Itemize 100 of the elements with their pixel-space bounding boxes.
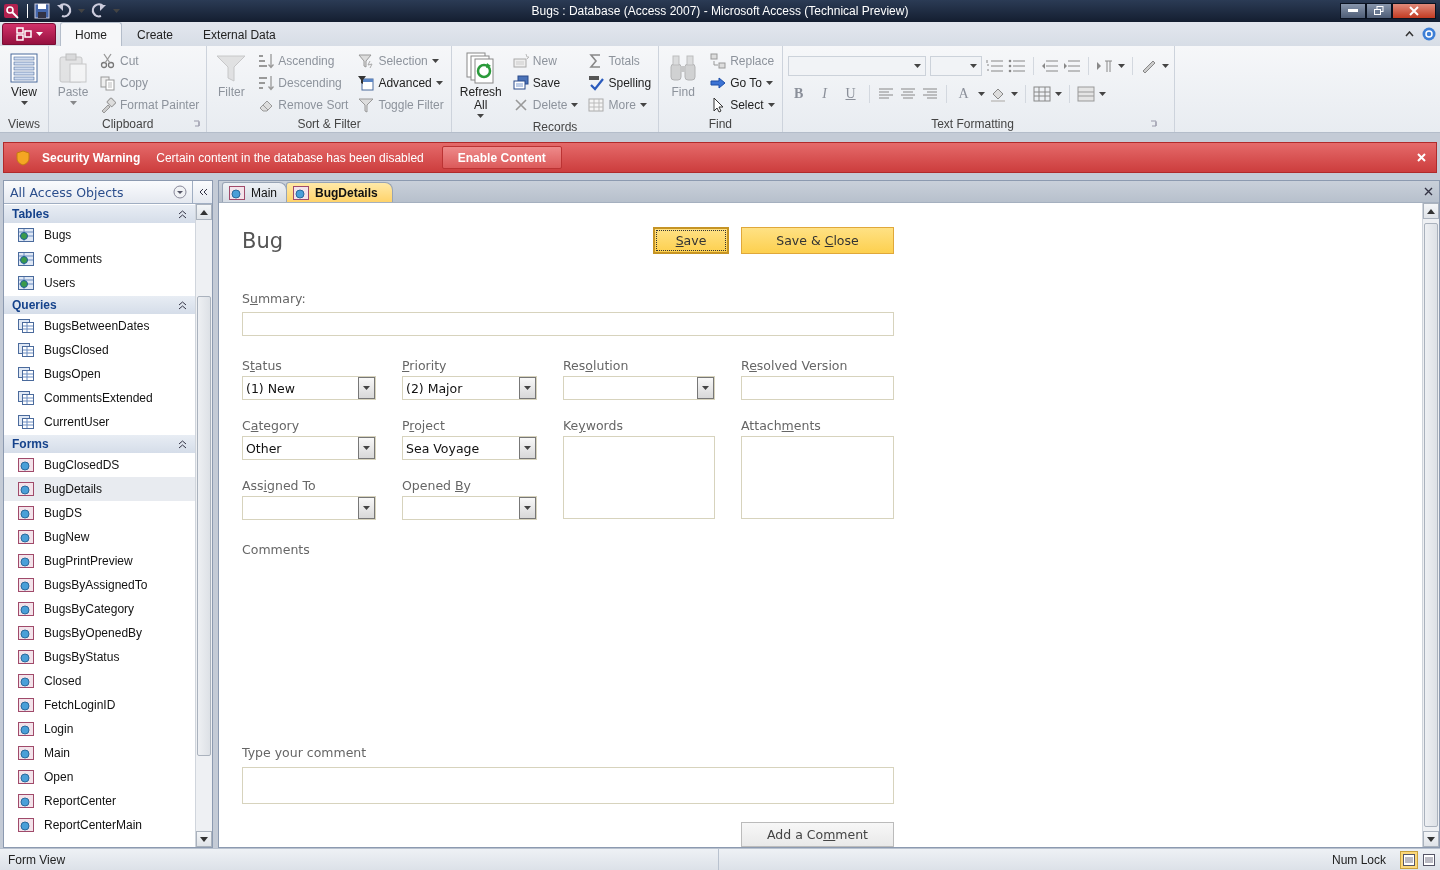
text-field[interactable]	[242, 312, 894, 337]
navigation-item[interactable]: BugsByCategory	[4, 597, 195, 622]
shield-icon	[16, 149, 30, 166]
navigation-item[interactable]: BugsByStatus	[4, 645, 195, 670]
dropdown-field[interactable]	[242, 496, 376, 521]
dropdown-arrow-icon	[969, 64, 977, 69]
navigation-item[interactable]: BugsOpen	[4, 362, 195, 387]
dropdown-field[interactable]	[563, 376, 715, 401]
navigation-item[interactable]: ReportCenterMain	[4, 813, 195, 838]
gridlines-icon[interactable]	[1032, 86, 1051, 103]
navigation-group-header[interactable]: Queries	[4, 296, 195, 315]
navigation-item[interactable]: FetchLoginID	[4, 693, 195, 718]
navigation-group-header[interactable]: Tables	[4, 205, 195, 224]
save-record-icon	[512, 75, 529, 92]
navigation-item[interactable]: BugDetails	[4, 477, 195, 502]
new-record-icon	[512, 53, 529, 70]
scissors-icon	[100, 53, 116, 70]
navigation-item[interactable]: ReportCenter	[4, 789, 195, 814]
close-icon[interactable]	[1424, 187, 1433, 197]
clipboard-icon	[57, 52, 89, 85]
action-button[interactable]: Save	[653, 227, 729, 255]
field-label: Type your comment	[242, 745, 368, 762]
ribbon-button[interactable]: Save	[510, 72, 581, 95]
restore-button[interactable]	[1366, 2, 1392, 19]
ribbon-tab[interactable]: External Data	[188, 22, 291, 47]
navigation-item[interactable]: Comments	[4, 247, 195, 272]
double-chevron-up-icon	[178, 439, 187, 449]
minimize-button[interactable]	[1340, 2, 1366, 19]
ribbon-button[interactable]: Select	[708, 94, 777, 117]
navigation-item[interactable]: BugDS	[4, 501, 195, 526]
decrease-indent-icon[interactable]	[1040, 58, 1059, 75]
help-icon[interactable]	[1422, 27, 1436, 41]
form-icon	[18, 578, 34, 593]
dropdown-circle-icon[interactable]	[173, 185, 187, 200]
undo-icon[interactable]	[56, 2, 72, 19]
form-title: Bug	[242, 229, 284, 254]
form-icon	[18, 674, 34, 689]
document-tab[interactable]: BugDetails	[286, 182, 393, 203]
field-label: Resolution	[563, 358, 630, 375]
ribbon-button[interactable]: View	[5, 50, 43, 117]
dropdown-field[interactable]	[402, 496, 537, 521]
form-icon	[18, 530, 34, 545]
navigation-item[interactable]: Main	[4, 741, 195, 766]
form-view-button[interactable]	[1400, 850, 1418, 869]
collapse-ribbon-icon[interactable]	[1405, 31, 1414, 37]
dropdown-field[interactable]: (2) Major	[402, 376, 537, 401]
document-tab[interactable]: Main	[222, 182, 287, 203]
query-icon	[18, 319, 34, 334]
navigation-pane-title: All Access Objects	[9, 184, 125, 200]
action-button[interactable]: Save & Close	[741, 227, 894, 255]
ribbon-tab[interactable]: Home	[60, 22, 122, 47]
navigation-item[interactable]: Login	[4, 717, 195, 742]
navigation-item[interactable]: BugPrintPreview	[4, 549, 195, 574]
scrollbar[interactable]	[195, 204, 212, 848]
navigation-item[interactable]: Users	[4, 271, 195, 296]
ribbon-button[interactable]: Refresh All	[456, 50, 505, 121]
ribbon-button[interactable]: Advanced	[356, 72, 446, 95]
dropdown-field[interactable]: (1) New	[242, 376, 376, 401]
increase-indent-icon[interactable]	[1062, 58, 1081, 75]
field-label: Keywords	[563, 418, 624, 435]
ribbon-button[interactable]: Spelling	[586, 72, 654, 95]
text-field[interactable]	[741, 376, 894, 401]
refresh-icon	[464, 52, 497, 85]
navigation-item[interactable]: BugsClosed	[4, 338, 195, 363]
navigation-item[interactable]: Closed	[4, 669, 195, 694]
scrollbar[interactable]	[1422, 203, 1439, 848]
navigation-item[interactable]: BugsByOpenedBy	[4, 621, 195, 646]
dropdown-field[interactable]: Sea Voyage	[402, 436, 537, 461]
navigation-item[interactable]: Bugs	[4, 223, 195, 248]
close-button[interactable]	[1392, 2, 1436, 19]
navigation-item[interactable]: CurrentUser	[4, 410, 195, 435]
navigation-item[interactable]: BugsByAssignedTo	[4, 573, 195, 598]
dropdown-arrow-icon	[78, 8, 85, 13]
ribbon-tab[interactable]: Create	[122, 22, 189, 47]
navigation-item[interactable]: BugsBetweenDates	[4, 314, 195, 339]
bulleted-list-icon[interactable]	[1007, 58, 1026, 75]
scroll-up-arrow-icon	[1427, 208, 1435, 214]
alternate-row-color-icon[interactable]	[1076, 86, 1095, 103]
navigation-item[interactable]: BugNew	[4, 525, 195, 550]
form-icon	[18, 794, 34, 809]
field-label: Summary:	[242, 291, 307, 308]
navigation-item[interactable]: BugClosedDS	[4, 453, 195, 478]
paragraph-direction-icon[interactable]	[1095, 58, 1114, 75]
ribbon-button[interactable]: Go To	[708, 72, 777, 95]
view-icon	[1403, 853, 1415, 866]
comment-field[interactable]	[242, 767, 894, 805]
redo-icon[interactable]	[91, 2, 107, 19]
add-comment-button[interactable]: Add a Comment	[741, 822, 894, 848]
field-label: Opened By	[402, 478, 472, 495]
navigation-item[interactable]: CommentsExtended	[4, 386, 195, 411]
copy-icon	[100, 75, 116, 92]
dialog-launcher-icon[interactable]	[1149, 120, 1158, 129]
dialog-launcher-icon[interactable]	[193, 120, 202, 129]
double-chevron-left-icon	[197, 188, 208, 197]
navigation-group-header[interactable]: Forms	[4, 435, 195, 454]
form-icon	[18, 650, 34, 665]
navigation-item[interactable]: Open	[4, 765, 195, 790]
dropdown-field[interactable]: Other	[242, 436, 376, 461]
office-button[interactable]	[2, 22, 56, 45]
numbered-list-icon[interactable]	[985, 58, 1004, 75]
